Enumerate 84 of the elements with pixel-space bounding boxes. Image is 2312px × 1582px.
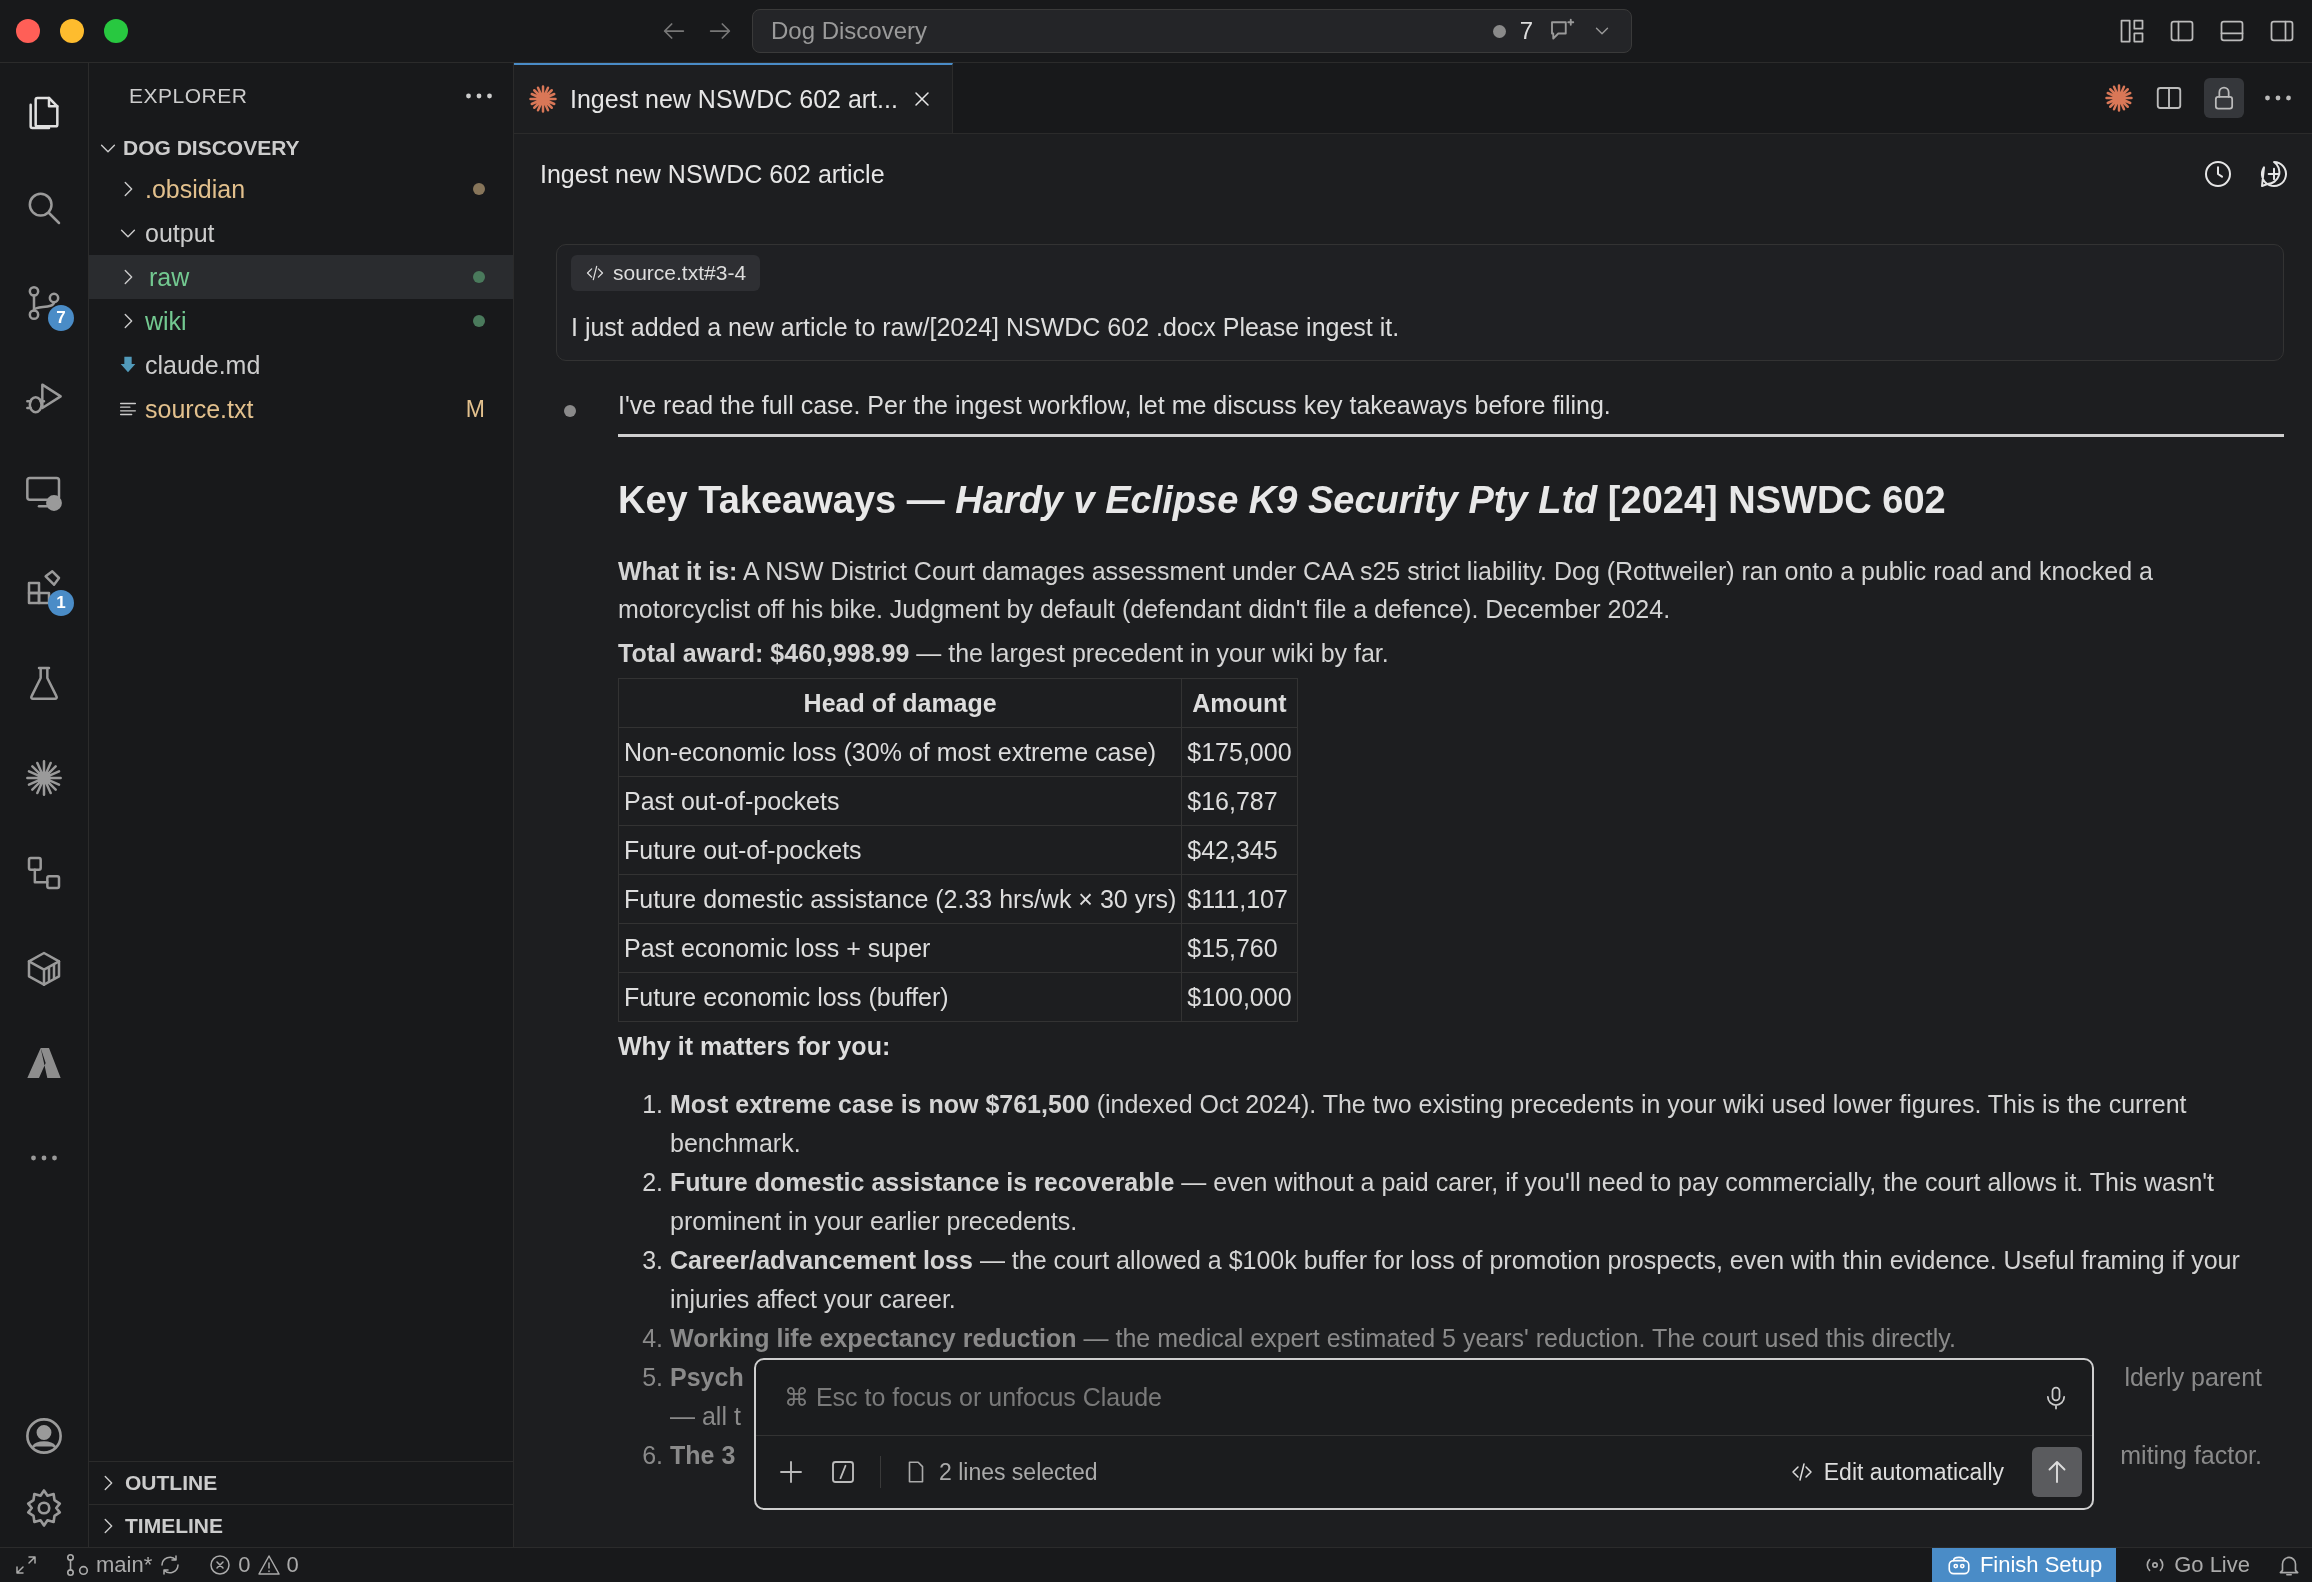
- list-item-text: — all t: [670, 1402, 741, 1430]
- go-live-button[interactable]: Go Live: [2174, 1552, 2250, 1578]
- message-bullet: [564, 405, 576, 417]
- list-number: 2.: [641, 1167, 665, 1198]
- list-item-text: miting factor.: [2120, 1440, 2262, 1471]
- minimize-window-button[interactable]: [60, 19, 84, 43]
- editor-tab[interactable]: Ingest new NSWDC 602 art...: [514, 63, 953, 133]
- table-cell: $16,787: [1181, 776, 1298, 826]
- table-cell: Non-economic loss (30% of most extreme case): [618, 727, 1182, 777]
- table-cell: $15,760: [1181, 923, 1298, 973]
- table-cell: $111,107: [1181, 874, 1298, 924]
- remote-icon: [14, 1553, 38, 1577]
- count-badge: 1: [48, 590, 74, 616]
- tree-item[interactable]: raw: [89, 255, 513, 299]
- account-icon: [23, 1415, 65, 1457]
- list-item-text: Psych: [670, 1362, 744, 1393]
- layout-icon: [2118, 17, 2146, 45]
- history-icon: [2202, 158, 2234, 190]
- response-heading: Key Takeaways — Hardy v Eclipse K9 Security Pty Ltd [2024] NSWDC 602: [618, 479, 1947, 522]
- table-cell: $100,000: [1181, 972, 1298, 1022]
- warning-count[interactable]: 0: [286, 1552, 299, 1578]
- error-icon: [208, 1553, 233, 1577]
- list-number: 4.: [641, 1323, 665, 1354]
- list-number: 3.: [641, 1245, 665, 1276]
- list-number: 6.: [641, 1440, 665, 1471]
- send-button[interactable]: [2032, 1447, 2082, 1497]
- table-cell: Future out-of-pockets: [618, 825, 1182, 875]
- code-icon: [1789, 1460, 1814, 1484]
- table-cell: $42,345: [1181, 825, 1298, 875]
- list-item-text: Future domestic assistance is recoverable — even without a paid carer, if you'll need to pay commercially, the court allows it. This wasn't prominent in your earlier precedents.: [670, 1167, 2216, 1237]
- more-icon: [2264, 95, 2292, 101]
- table-cell: $175,000: [1181, 727, 1298, 777]
- message-text: I just added a new article to raw/[2024] NSWDC 602 .docx Please ingest it.: [571, 313, 1401, 342]
- file-attachment[interactable]: source.txt#3-4: [571, 255, 761, 291]
- list-item-text: Working life expectancy reduction — the medical expert estimated 5 years' reduction. The court used this directly.: [670, 1323, 1957, 1354]
- branch-icon: [64, 1552, 90, 1578]
- tree-item[interactable]: output: [89, 211, 513, 255]
- activity-bar-item[interactable]: 1: [14, 560, 74, 616]
- selection-info: 2 lines selected: [939, 1458, 1098, 1486]
- tree-item[interactable]: .obsidian: [89, 167, 513, 211]
- tree-item[interactable]: wiki: [89, 299, 513, 343]
- list-item-text: The 3: [670, 1440, 736, 1471]
- folder-header[interactable]: DOG DISCOVERY: [89, 129, 513, 167]
- table-cell: Future domestic assistance (2.33 hrs/wk × 30 yrs): [618, 874, 1182, 924]
- table-cell: Past economic loss + super: [618, 923, 1182, 973]
- lock-button[interactable]: [2204, 78, 2244, 118]
- paragraph: Total award: $460,998.99 — the largest precedent in your wiki by far.: [618, 638, 1390, 669]
- table-cell: Past out-of-pockets: [618, 776, 1182, 826]
- close-window-button[interactable]: [16, 19, 40, 43]
- count-badge: 7: [48, 305, 74, 331]
- table-cell: Future economic loss (buffer): [618, 972, 1182, 1022]
- finish-setup-button[interactable]: Finish Setup: [1931, 1548, 2117, 1582]
- sparkle-icon: [24, 758, 64, 798]
- list-number: 1.: [641, 1089, 665, 1120]
- more-icon: [30, 1155, 58, 1161]
- zoom-window-button[interactable]: [104, 19, 128, 43]
- subheading: Why it matters for you:: [618, 1032, 892, 1061]
- list-item-text: Most extreme case is now $761,500 (indexed Oct 2024). The two existing precedents in your wiki used lower figures. This is the current benchmark.: [670, 1089, 2188, 1159]
- conversation-title: Ingest new NSWDC 602 article: [540, 159, 886, 189]
- sidebar-title: EXPLORER: [129, 84, 248, 108]
- warning-icon: [256, 1553, 281, 1577]
- section-header[interactable]: OUTLINE: [89, 1461, 513, 1504]
- tree-item[interactable]: source.txt M: [89, 387, 513, 431]
- problem-count: 7: [1519, 17, 1533, 45]
- error-count[interactable]: 0: [238, 1552, 251, 1578]
- column-header: Amount: [1181, 678, 1298, 728]
- git-status: M: [465, 395, 485, 423]
- sparkle-icon: [528, 84, 558, 114]
- sparkle-icon: [2104, 83, 2134, 113]
- list-item-text: lderly parent: [2124, 1362, 2262, 1393]
- chat-input[interactable]: ⌘ Esc to focus or unfocus Claude 2 lines selected Edit automatically: [754, 1358, 2094, 1510]
- paragraph: What it is: A NSW District Court damages assessment under CAA s25 strict liability. Dog (Rottweiler) ran onto a public road and knocked a motorcyclist off his bike. Judgment by default (defendant didn't file a defence). December 2024.: [618, 556, 2154, 625]
- list-number: 5.: [641, 1362, 665, 1393]
- circle-icon: [1492, 24, 1506, 38]
- list-item-text: Career/advancement loss — the court allowed a $100k buffer for loss of promotion prospects, even with thin evidence. Useful framing if your injuries affect your career.: [670, 1245, 2241, 1315]
- more-icon: [465, 93, 493, 99]
- response-intro: I've read the full case. Per the ingest workflow, let me discuss key takeaways before filing.: [618, 391, 2284, 437]
- column-header: Head of damage: [618, 678, 1182, 728]
- activity-bar-item[interactable]: 7: [14, 275, 74, 331]
- edit-mode-button[interactable]: Edit automatically: [1783, 1457, 2010, 1487]
- branch-name[interactable]: main*: [96, 1552, 153, 1578]
- command-center[interactable]: Dog Discovery 7: [752, 9, 1632, 53]
- tree-item[interactable]: claude.md: [89, 343, 513, 387]
- code-icon: [585, 263, 605, 283]
